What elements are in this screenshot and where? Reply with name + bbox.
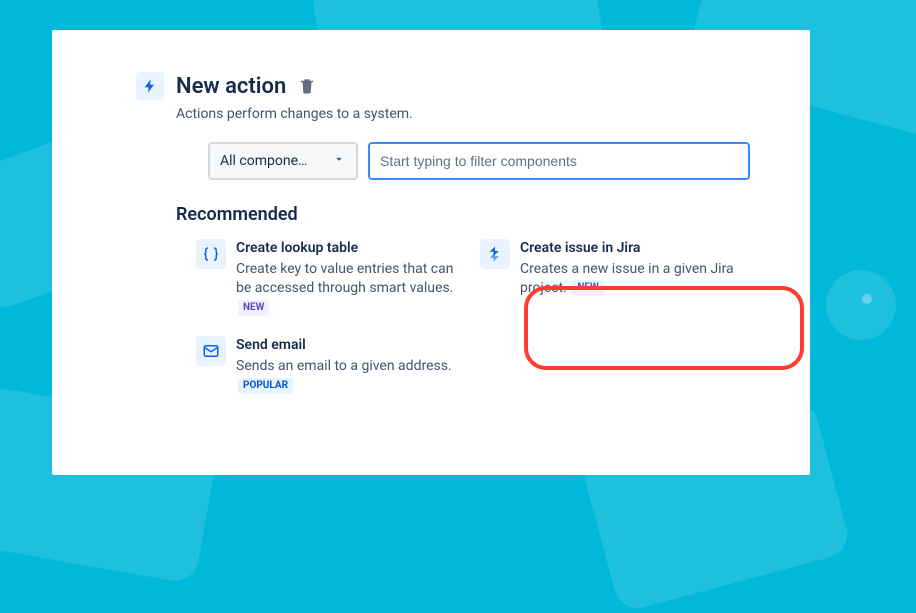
card-title: Create issue in Jira: [520, 239, 740, 259]
delete-button[interactable]: [298, 77, 316, 95]
new-badge: NEW: [238, 300, 269, 316]
action-card-send-email[interactable]: Send email Sends an email to a given add…: [196, 336, 456, 396]
chevron-down-icon: [332, 152, 346, 170]
braces-icon: [196, 239, 226, 269]
search-input[interactable]: [368, 142, 750, 180]
action-card-create-lookup-table[interactable]: Create lookup table Create key to value …: [196, 239, 456, 318]
card-description: Sends an email to a given address.: [236, 358, 452, 374]
component-filter-select[interactable]: All compone…: [208, 142, 358, 180]
new-action-panel: New action Actions perform changes to a …: [52, 30, 810, 475]
select-label: All compone…: [220, 153, 307, 169]
page-subtitle: Actions perform changes to a system.: [176, 106, 750, 122]
card-title: Create lookup table: [236, 239, 456, 259]
bolt-icon: [136, 72, 164, 100]
new-badge: NEW: [572, 280, 603, 296]
mail-icon: [196, 336, 226, 366]
jira-icon: [480, 239, 510, 269]
card-description: Create key to value entries that can be …: [236, 261, 454, 297]
action-card-create-issue-jira[interactable]: Create issue in Jira Creates a new issue…: [480, 239, 740, 318]
card-description: Creates a new issue in a given Jira proj…: [520, 261, 734, 297]
card-title: Send email: [236, 336, 456, 356]
popular-badge: POPULAR: [238, 378, 293, 394]
recommended-heading: Recommended: [176, 204, 750, 225]
page-title: New action: [176, 74, 286, 99]
